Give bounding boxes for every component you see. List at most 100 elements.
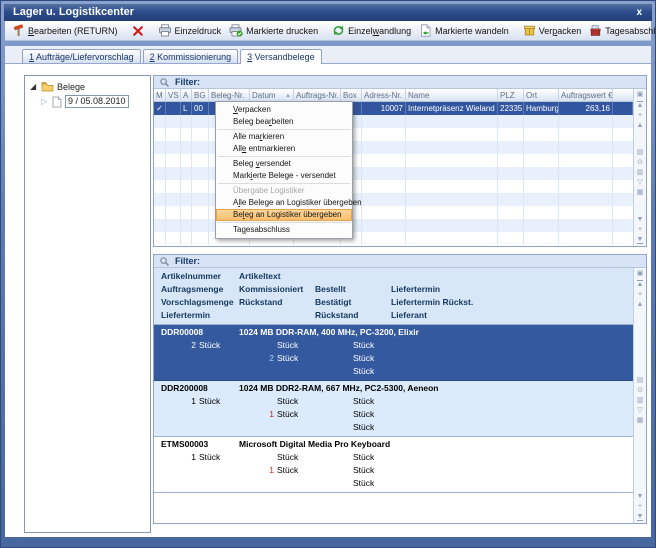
toolbar-button-einzeldruck[interactable]: Einzeldruck xyxy=(154,22,226,39)
toolbar: Bearbeiten (RETURN) Einzeldruck Markierte … xyxy=(5,21,651,41)
column-header-ort[interactable]: Ort xyxy=(524,89,559,101)
column-header-name[interactable]: Name xyxy=(406,89,498,101)
page-down-icon[interactable]: ▼ xyxy=(637,216,644,223)
table-cell xyxy=(406,128,498,141)
table-icon[interactable]: ▤ xyxy=(637,149,644,156)
copy-icon[interactable]: ▦ xyxy=(637,417,644,424)
column-header-beleg[interactable]: Beleg-Nr. xyxy=(209,89,250,101)
expander-closed-icon[interactable]: ▷ xyxy=(41,98,49,106)
table-cell xyxy=(181,154,192,167)
app-window: Lager u. Logistikcenter x Bearbeiten (RE… xyxy=(0,0,656,548)
toolbar-button-markierte-wandeln[interactable]: Markierte wandeln xyxy=(415,22,513,39)
positions-body: DDR000081024 MB DDR-RAM, 400 MHz, PC-320… xyxy=(154,325,633,523)
nav-strip-upper: ▣ ▲ + ▲ ▤ ⊙ ▥ ▽ ▦ ▼ + ▼ xyxy=(633,89,646,246)
column-header-label: BG xyxy=(194,91,206,100)
columns-icon[interactable]: ▣ xyxy=(637,270,644,277)
toolbar-button-markierte-drucken[interactable]: Markierte drucken xyxy=(225,22,322,39)
article-number: ETMS00003 xyxy=(161,438,239,451)
tab-auftraege[interactable]: 1 Aufträge/Liefervorschlag xyxy=(22,49,141,63)
filter-bar[interactable]: Filter: xyxy=(154,76,646,89)
scroll-top-icon[interactable]: ▲ xyxy=(637,101,644,109)
column-header-datum[interactable]: Datum▲ xyxy=(250,89,294,101)
article-block-etms00003[interactable]: ETMS00003Microsoft Digital Media Pro Key… xyxy=(154,437,633,493)
table-cell xyxy=(181,128,192,141)
tree-item-beleg-9[interactable]: ▷ 9 / 05.08.2010 xyxy=(25,94,150,109)
column-header-m[interactable]: M xyxy=(154,89,166,101)
copy-icon[interactable]: ▦ xyxy=(637,189,644,196)
menu-item-alle-entmarkieren[interactable]: Alle entmarkieren xyxy=(216,143,352,155)
filter-icon[interactable]: ▽ xyxy=(637,407,642,414)
table-cell xyxy=(613,167,633,180)
table-cell xyxy=(406,154,498,167)
toolbar-button-loeschen[interactable] xyxy=(128,23,148,39)
header-label: Artikelnummer xyxy=(161,270,239,283)
scroll-bottom-icon[interactable]: ▼ xyxy=(637,513,644,521)
filter-bar[interactable]: Filter: xyxy=(154,255,646,268)
toolbar-button-label: Bearbeiten (RETURN) xyxy=(28,26,118,36)
table-cell xyxy=(362,115,406,128)
column-header-label: Auftragswert € xyxy=(561,91,613,100)
table-cell xyxy=(498,206,524,219)
column-header-label: Name xyxy=(408,91,429,100)
menu-item-beleg-an-logistiker-übergeben[interactable]: Beleg an Logistiker übergeben xyxy=(216,209,352,221)
move-up-icon[interactable]: + xyxy=(638,291,642,298)
column-header-filler[interactable] xyxy=(613,89,633,101)
toolbar-button-tagesabschluss[interactable]: Tagesabschluss xyxy=(585,22,656,39)
column-header-wert[interactable]: Auftragswert € xyxy=(559,89,613,101)
header-label: Rückstand xyxy=(239,296,315,309)
quantity-cell: Stück xyxy=(315,477,391,490)
table-cell xyxy=(154,128,166,141)
tab-versandbelege[interactable]: 3 Versandbelege xyxy=(240,49,322,64)
toolbar-button-einzelwandlung[interactable]: Einzelwandlung xyxy=(328,22,415,39)
table-cell-wert: 263,16 xyxy=(559,102,613,115)
menu-item-beleg-bearbeiten[interactable]: Beleg bearbeiten xyxy=(216,116,352,128)
move-down-icon[interactable]: + xyxy=(638,503,642,510)
scroll-top-icon[interactable]: ▲ xyxy=(637,280,644,288)
table-cell xyxy=(559,154,613,167)
list-check-icon[interactable]: ▥ xyxy=(637,169,644,176)
menu-item-beleg-versendet[interactable]: Beleg versendet xyxy=(216,158,352,170)
menu-item-markierte-belege-versendet[interactable]: Markierte Belege - versendet xyxy=(216,170,352,182)
menu-item-alle-belege-an-logistiker-übergeben[interactable]: Alle Belege an Logistiker übergeben xyxy=(216,197,352,209)
columns-icon[interactable]: ▣ xyxy=(637,91,644,98)
column-header-box[interactable]: Box xyxy=(341,89,362,101)
column-header-plz[interactable]: PLZ xyxy=(498,89,524,101)
unit-label: Stück xyxy=(199,340,220,350)
toolbar-button-verpacken[interactable]: Verpacken xyxy=(519,22,586,39)
column-header-a[interactable]: A xyxy=(181,89,192,101)
expander-open-icon[interactable]: ◢ xyxy=(30,83,38,91)
move-down-icon[interactable]: + xyxy=(638,226,642,233)
table-cell xyxy=(498,219,524,232)
column-header-auftrag[interactable]: Auftrags-Nr. xyxy=(294,89,341,101)
close-button[interactable]: x xyxy=(636,4,642,21)
table-cell xyxy=(613,232,633,245)
menu-item-alle-markieren[interactable]: Alle markieren xyxy=(216,131,352,143)
column-header-vs[interactable]: VS xyxy=(166,89,181,101)
unit-label: Stück xyxy=(277,353,298,363)
tree-item-belege[interactable]: ◢ Belege xyxy=(25,79,150,94)
table-icon[interactable]: ▤ xyxy=(637,377,644,384)
column-header-label: VS xyxy=(168,91,179,100)
quantity-cell: Stück xyxy=(315,395,391,408)
article-block-ddr00008[interactable]: DDR000081024 MB DDR-RAM, 400 MHz, PC-320… xyxy=(154,325,633,381)
table-cell xyxy=(192,180,209,193)
scroll-bottom-icon[interactable]: ▼ xyxy=(637,236,644,244)
search-icon[interactable]: ⊙ xyxy=(637,387,643,394)
article-block-ddr200008[interactable]: DDR2000081024 MB DDR2-RAM, 667 MHz, PC2-… xyxy=(154,381,633,437)
page-down-icon[interactable]: ▼ xyxy=(637,493,644,500)
page-up-icon[interactable]: ▲ xyxy=(637,301,644,308)
toolbar-button-label: Markierte drucken xyxy=(246,26,318,36)
qty-value: 2 xyxy=(250,352,274,365)
move-up-icon[interactable]: + xyxy=(638,112,642,119)
page-up-icon[interactable]: ▲ xyxy=(637,122,644,129)
column-header-bg[interactable]: BG xyxy=(192,89,209,101)
menu-item-verpacken[interactable]: Verpacken xyxy=(216,104,352,116)
tab-kommissionierung[interactable]: 2 Kommissionierung xyxy=(143,49,239,63)
toolbar-button-bearbeiten[interactable]: Bearbeiten (RETURN) xyxy=(8,22,122,39)
menu-item-tagesabschluss[interactable]: Tagesabschluss xyxy=(216,224,352,236)
column-header-adress[interactable]: Adress-Nr. xyxy=(362,89,406,101)
search-icon[interactable]: ⊙ xyxy=(637,159,643,166)
filter-icon[interactable]: ▽ xyxy=(637,179,642,186)
table-cell xyxy=(406,193,498,206)
list-check-icon[interactable]: ▥ xyxy=(637,397,644,404)
